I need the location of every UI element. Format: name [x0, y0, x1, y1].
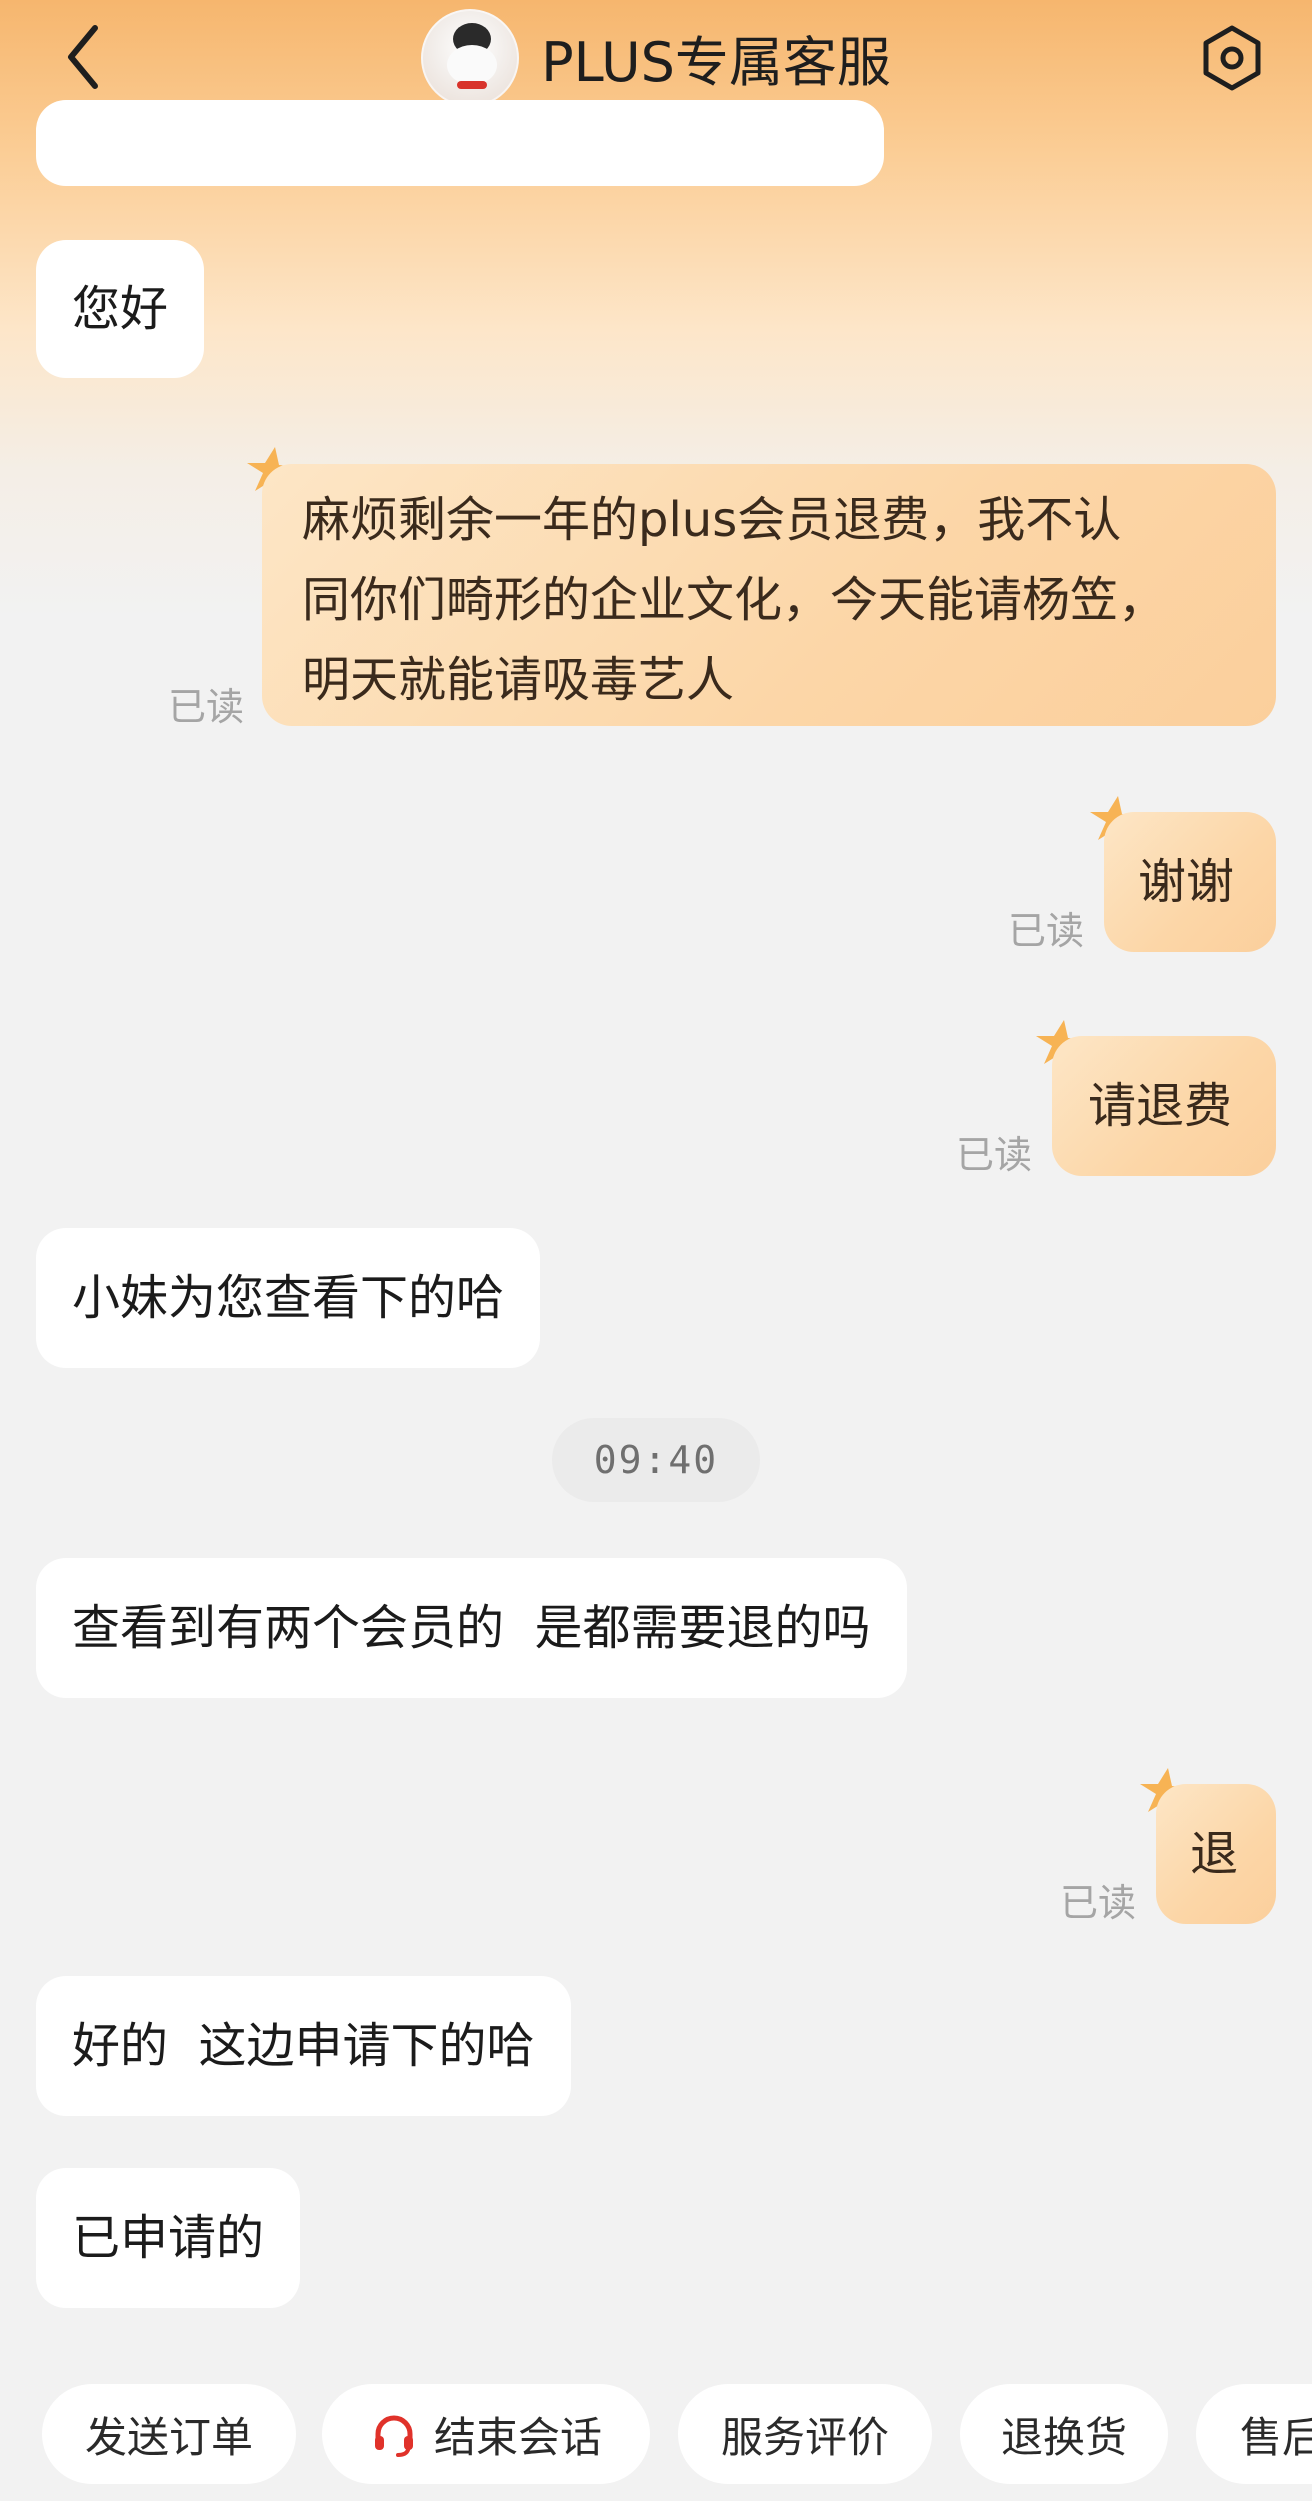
- quick-action-label: 退换货: [1000, 2412, 1127, 2462]
- quick-action-after-sales[interactable]: 售后: [1196, 2384, 1312, 2484]
- quick-action-label: 售后: [1240, 2412, 1312, 2462]
- page-title: PLUS专属客服: [541, 31, 891, 94]
- avatar[interactable]: [421, 8, 520, 107]
- headset-icon: [374, 2415, 413, 2457]
- quick-action-label: 结束会话: [433, 2412, 602, 2462]
- message-bubble-incoming[interactable]: 小妹为您查看下的哈: [36, 1228, 541, 1368]
- read-receipt: 已读: [956, 1133, 1033, 1177]
- message-bubble-outgoing[interactable]: 请退费: [1052, 1036, 1276, 1176]
- quick-action-service-rating[interactable]: 服务评价: [678, 2384, 932, 2484]
- read-receipt: 已读: [1008, 909, 1085, 953]
- message-line: 麻烦剩余一年的plus会员退费，我不认: [302, 492, 1122, 548]
- quick-action-label: 服务评价: [720, 2412, 889, 2462]
- header-title-group: PLUS专属客服: [0, 0, 1312, 115]
- message-bubble-outgoing[interactable]: 退: [1156, 1784, 1276, 1924]
- quick-action-send-order[interactable]: 发送订单: [42, 2384, 296, 2484]
- message-bubble-incoming[interactable]: 好的 这边申请下的哈: [36, 1976, 571, 2116]
- timestamp-chip: 09:40: [552, 1418, 760, 1502]
- message-bubble-outgoing[interactable]: 谢谢: [1104, 812, 1276, 952]
- chat-screen: PLUS专属客服 您好 麻烦剩余一年的plus会员退费，我不认 同你们畸形的企业…: [0, 0, 1312, 2501]
- message-bubble-outgoing[interactable]: 麻烦剩余一年的plus会员退费，我不认 同你们畸形的企业文化，今天能请杨笠， 明…: [262, 464, 1276, 726]
- message-bubble-incoming[interactable]: 您好: [36, 240, 205, 378]
- message-bubble-incoming[interactable]: 已申请的: [36, 2168, 301, 2308]
- message-bubble-incoming[interactable]: 查看到有两个会员的 是都需要退的吗: [36, 1558, 907, 1698]
- message-bubble-partial: [36, 100, 884, 186]
- quick-action-label: 发送订单: [84, 2412, 253, 2462]
- message-line: 明天就能请吸毒艺人: [302, 652, 735, 708]
- quick-action-return-exchange[interactable]: 退换货: [960, 2384, 1168, 2484]
- read-receipt: 已读: [168, 685, 245, 729]
- hexagon-settings-icon: [1203, 25, 1261, 91]
- header-bar: PLUS专属客服: [0, 0, 1312, 115]
- quick-action-end-session[interactable]: 结束会话: [322, 2384, 650, 2484]
- settings-button[interactable]: [1194, 20, 1270, 96]
- message-line: 同你们畸形的企业文化，今天能请杨笠，: [302, 572, 1167, 628]
- read-receipt: 已读: [1060, 1881, 1137, 1925]
